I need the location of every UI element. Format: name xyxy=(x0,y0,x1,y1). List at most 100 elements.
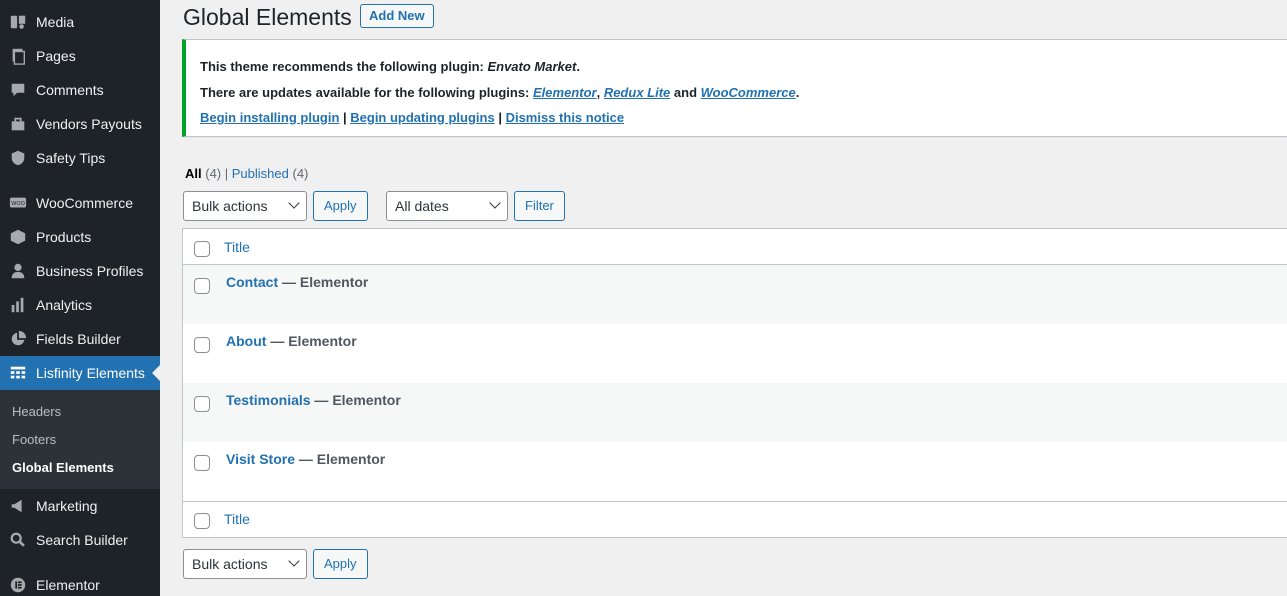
table-icon xyxy=(0,364,36,382)
notice-separator: | xyxy=(494,110,506,125)
row-checkbox[interactable] xyxy=(194,278,210,294)
row-post-state: — Elementor xyxy=(295,451,386,467)
sidebar-item-comments[interactable]: Comments xyxy=(0,73,160,107)
sidebar-item-analytics[interactable]: Analytics xyxy=(0,288,160,322)
sidebar-item-label: Pages xyxy=(36,48,76,64)
table-row: About — Elementor xyxy=(183,324,1287,383)
select-value: Bulk actions xyxy=(192,556,268,572)
sidebar-item-label: Elementor xyxy=(36,577,100,593)
table-row: Visit Store — Elementor xyxy=(183,442,1287,501)
notice-text: . xyxy=(576,59,580,74)
apply-button-bottom[interactable]: Apply xyxy=(313,549,368,579)
begin-installing-link[interactable]: Begin installing plugin xyxy=(200,110,339,125)
row-title[interactable]: Contact xyxy=(226,274,278,290)
view-all[interactable]: All xyxy=(185,166,202,181)
sidebar-item-media[interactable]: Media xyxy=(0,5,160,39)
select-value: All dates xyxy=(395,198,449,214)
select-value: Bulk actions xyxy=(192,198,268,214)
apply-button-top[interactable]: Apply xyxy=(313,191,368,221)
row-post-state: — Elementor xyxy=(310,392,401,408)
sidebar-item-pages[interactable]: Pages xyxy=(0,39,160,73)
sidebar-item-products[interactable]: Products xyxy=(0,220,160,254)
bar-chart-icon xyxy=(0,296,36,314)
view-published[interactable]: Published xyxy=(232,166,289,181)
notice-text: . xyxy=(795,85,800,100)
bulk-actions-select-bottom[interactable]: Bulk actions xyxy=(183,549,307,579)
row-post-state: — Elementor xyxy=(278,274,369,290)
row-title-link[interactable]: Contact — Elementor xyxy=(226,274,368,290)
date-filter-select[interactable]: All dates xyxy=(386,191,508,221)
notice-line-updates: There are updates available for the foll… xyxy=(200,85,799,100)
view-published-count: (4) xyxy=(292,166,309,181)
shield-icon xyxy=(0,149,36,167)
media-icon xyxy=(0,13,36,31)
admin-sidebar: Media Pages Comments Vendors Payouts Saf… xyxy=(0,0,160,596)
sidebar-item-label: Fields Builder xyxy=(36,331,121,347)
sidebar-item-label: Media xyxy=(36,14,75,30)
notice-text: , xyxy=(596,85,604,100)
row-checkbox[interactable] xyxy=(194,396,210,412)
plugin-link-elementor[interactable]: Elementor xyxy=(533,85,597,100)
select-all-checkbox-bottom[interactable] xyxy=(194,513,210,529)
sidebar-item-label: Analytics xyxy=(36,297,93,313)
plugin-link-woocommerce[interactable]: WooCommerce xyxy=(701,85,796,100)
notice-line-recommend: This theme recommends the following plug… xyxy=(200,59,580,74)
column-footer-title[interactable]: Title xyxy=(224,511,250,527)
bulk-actions-select-top[interactable]: Bulk actions xyxy=(183,191,307,221)
sidebar-item-search-builder[interactable]: Search Builder xyxy=(0,523,160,557)
column-header-title[interactable]: Title xyxy=(224,239,250,255)
dismiss-notice-link[interactable]: Dismiss this notice xyxy=(506,110,624,125)
table-row: Contact — Elementor xyxy=(183,265,1287,324)
table-row: Testimonials — Elementor xyxy=(183,383,1287,442)
filter-button[interactable]: Filter xyxy=(514,191,565,221)
submenu: Headers Footers Global Elements xyxy=(0,390,160,489)
row-title-link[interactable]: Testimonials — Elementor xyxy=(226,392,401,408)
row-checkbox[interactable] xyxy=(194,455,210,471)
sidebar-item-vendors-payouts[interactable]: Vendors Payouts xyxy=(0,107,160,141)
sidebar-item-fields-builder[interactable]: Fields Builder xyxy=(0,322,160,356)
row-title[interactable]: Testimonials xyxy=(226,392,311,408)
notice-separator: | xyxy=(339,110,351,125)
sidebar-item-label: Vendors Payouts xyxy=(36,116,142,132)
plugin-notice: This theme recommends the following plug… xyxy=(182,39,1287,137)
row-title[interactable]: Visit Store xyxy=(226,451,295,467)
view-separator: | xyxy=(221,166,232,181)
row-checkbox[interactable] xyxy=(194,337,210,353)
row-title-link[interactable]: Visit Store — Elementor xyxy=(226,451,385,467)
sidebar-item-marketing[interactable]: Marketing xyxy=(0,489,160,523)
chevron-down-icon xyxy=(489,197,501,209)
posts-table: Title Contact — Elementor About — Elemen… xyxy=(182,228,1287,538)
status-views: All (4) | Published (4) xyxy=(185,166,308,181)
notice-text: This theme recommends the following plug… xyxy=(200,59,488,74)
submenu-item-global-elements[interactable]: Global Elements xyxy=(12,460,114,475)
add-new-button[interactable]: Add New xyxy=(360,4,434,28)
plugin-link-redux[interactable]: Redux Lite xyxy=(604,85,670,100)
search-icon xyxy=(0,531,36,549)
megaphone-icon xyxy=(0,497,36,515)
pages-icon xyxy=(0,47,36,65)
begin-updating-link[interactable]: Begin updating plugins xyxy=(350,110,494,125)
notice-plugin-name: Envato Market xyxy=(487,59,577,74)
sidebar-item-safety-tips[interactable]: Safety Tips xyxy=(0,141,160,175)
svg-text:WOO: WOO xyxy=(11,201,25,207)
sidebar-item-label: Marketing xyxy=(36,498,98,514)
sidebar-item-woocommerce[interactable]: WOO WooCommerce xyxy=(0,186,160,220)
comments-icon xyxy=(0,81,36,99)
submenu-item-headers[interactable]: Headers xyxy=(12,404,61,419)
payouts-icon xyxy=(0,115,36,133)
sidebar-item-label: Products xyxy=(36,229,92,245)
sidebar-item-label: Comments xyxy=(36,82,104,98)
chevron-down-icon xyxy=(288,555,300,567)
main-content: Global Elements Add New This theme recom… xyxy=(160,0,1287,596)
sidebar-item-label: WooCommerce xyxy=(36,195,133,211)
user-icon xyxy=(0,262,36,280)
sidebar-item-business-profiles[interactable]: Business Profiles xyxy=(0,254,160,288)
sidebar-item-label: Business Profiles xyxy=(36,263,144,279)
submenu-item-footers[interactable]: Footers xyxy=(12,432,56,447)
row-title-link[interactable]: About — Elementor xyxy=(226,333,357,349)
row-title[interactable]: About xyxy=(226,333,266,349)
sidebar-item-lisfinity-elements[interactable]: Lisfinity Elements xyxy=(0,356,160,390)
sidebar-item-elementor[interactable]: Elementor xyxy=(0,568,160,596)
page-title: Global Elements xyxy=(183,4,352,30)
select-all-checkbox-top[interactable] xyxy=(194,241,210,257)
